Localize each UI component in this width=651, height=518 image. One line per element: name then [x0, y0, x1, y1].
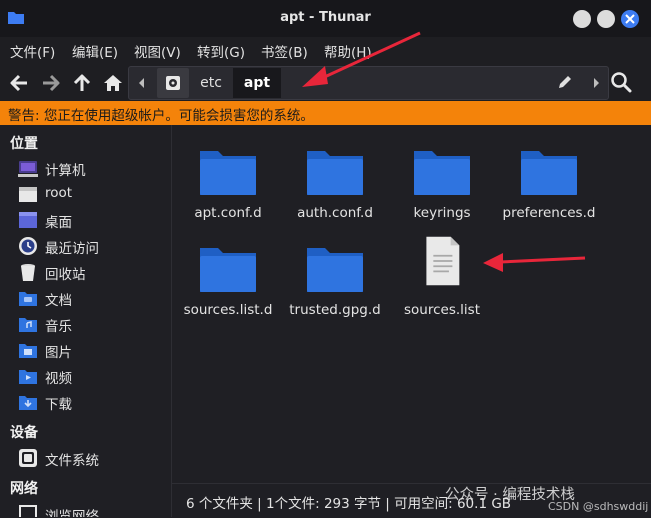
menu-bar: 文件(F) 编辑(E) 视图(V) 转到(G) 书签(B) 帮助(H): [0, 37, 651, 63]
network-heading: 网络: [10, 481, 38, 497]
sidebar-item-trash[interactable]: 回收站: [18, 260, 168, 284]
network-icon: [19, 505, 37, 517]
sidebar-item-computer[interactable]: 计算机: [18, 156, 168, 180]
folder-icon: [307, 151, 363, 195]
folder-icon: [414, 151, 470, 195]
file-name: sources.list: [404, 302, 480, 318]
sidebar-item-recent[interactable]: 最近访问: [18, 234, 168, 258]
home-icon[interactable]: [102, 72, 124, 94]
menu-bookmarks[interactable]: 书签(B): [261, 41, 308, 61]
menu-go[interactable]: 转到(G): [197, 41, 245, 61]
sidebar-item-label: 浏览网络: [45, 509, 99, 517]
sidebar-item-desktop[interactable]: 桌面: [18, 208, 168, 232]
file-item-folder[interactable]: sources.list.d: [173, 242, 283, 332]
close-icon: [625, 14, 635, 24]
location-input[interactable]: [284, 68, 578, 98]
sidebar-item-label: 音乐: [45, 319, 72, 335]
sidebar-item-documents[interactable]: 文档: [18, 286, 168, 310]
sidebar-item-label: 文件系统: [45, 453, 99, 469]
text-file-icon: [426, 236, 460, 286]
window-title: apt - Thunar: [280, 10, 371, 25]
sidebar-item-label: 计算机: [45, 163, 86, 179]
pictures-folder-icon: [19, 344, 37, 358]
watermark-author: CSDN @sdhswddij: [548, 500, 649, 513]
file-item-folder[interactable]: preferences.d: [494, 145, 604, 235]
path-root-button[interactable]: [157, 68, 189, 98]
menu-edit[interactable]: 编辑(E): [72, 41, 118, 61]
file-view[interactable]: apt.conf.d auth.conf.d keyrings preferen…: [172, 125, 651, 483]
path-scroll-right-icon[interactable]: [585, 67, 607, 99]
sidebar-item-label: 文档: [45, 293, 72, 309]
home-folder-icon: [19, 187, 37, 202]
root-warning-text: 警告: 您正在使用超级帐户。可能会损害您的系统。: [8, 108, 314, 124]
folder-icon: [521, 151, 577, 195]
folder-icon: [200, 248, 256, 292]
folder-icon: [200, 151, 256, 195]
filesystem-icon: [19, 449, 37, 467]
documents-folder-icon: [19, 292, 37, 306]
maximize-button[interactable]: [597, 10, 615, 28]
places-heading: 位置: [10, 136, 38, 152]
sidebar-item-label: 图片: [45, 345, 72, 361]
desktop-icon: [19, 212, 37, 228]
folder-icon: [307, 248, 363, 292]
sidebar-item-label: 最近访问: [45, 241, 99, 257]
sidebar-item-videos[interactable]: 视频: [18, 364, 168, 388]
toolbar: etc apt: [0, 63, 651, 101]
back-icon[interactable]: [8, 72, 30, 94]
file-item-folder[interactable]: trusted.gpg.d: [280, 242, 390, 332]
file-item-folder[interactable]: keyrings: [387, 145, 497, 235]
close-button[interactable]: [621, 10, 639, 28]
pencil-edit-icon[interactable]: [557, 74, 573, 90]
sidebar-item-label: 桌面: [45, 215, 72, 231]
recent-icon: [19, 237, 37, 255]
videos-folder-icon: [19, 370, 37, 384]
sidebar-item-label: root: [45, 185, 73, 201]
menu-view[interactable]: 视图(V): [134, 41, 181, 61]
path-bar: etc apt: [128, 66, 609, 100]
file-item-folder[interactable]: auth.conf.d: [280, 145, 390, 235]
sidebar-item-root[interactable]: root: [18, 182, 168, 206]
path-segment-apt[interactable]: apt: [233, 68, 281, 98]
sidebar-item-pictures[interactable]: 图片: [18, 338, 168, 362]
file-name: preferences.d: [502, 205, 596, 221]
menu-file[interactable]: 文件(F): [10, 41, 55, 61]
music-folder-icon: [19, 318, 37, 332]
menu-help[interactable]: 帮助(H): [324, 41, 372, 61]
devices-heading: 设备: [10, 425, 38, 441]
drive-icon: [166, 76, 180, 90]
sidebar-item-label: 下载: [45, 397, 72, 413]
sidebar-item-music[interactable]: 音乐: [18, 312, 168, 336]
file-item-text[interactable]: sources.list: [387, 235, 497, 325]
path-scroll-left-icon[interactable]: [131, 67, 153, 99]
sidebar-item-network[interactable]: 浏览网络: [18, 502, 168, 517]
search-icon[interactable]: [610, 71, 632, 93]
file-item-folder[interactable]: apt.conf.d: [173, 145, 283, 235]
forward-icon[interactable]: [40, 72, 62, 94]
path-segment-etc[interactable]: etc: [191, 68, 231, 98]
sidebar-item-filesystem[interactable]: 文件系统: [18, 446, 168, 470]
downloads-folder-icon: [19, 396, 37, 410]
title-bar[interactable]: apt - Thunar: [0, 0, 651, 37]
sidebar-item-label: 视频: [45, 371, 72, 387]
up-icon[interactable]: [71, 72, 93, 94]
root-warning-bar: 警告: 您正在使用超级帐户。可能会损害您的系统。: [0, 101, 651, 125]
trash-icon: [21, 264, 35, 281]
computer-icon: [18, 161, 38, 177]
sidebar: 位置 计算机 root 桌面 最近访问 回收站 文档 音乐 图片 视频 下载 设…: [0, 125, 172, 517]
sidebar-item-downloads[interactable]: 下载: [18, 390, 168, 414]
sidebar-item-label: 回收站: [45, 267, 86, 283]
minimize-button[interactable]: [573, 10, 591, 28]
